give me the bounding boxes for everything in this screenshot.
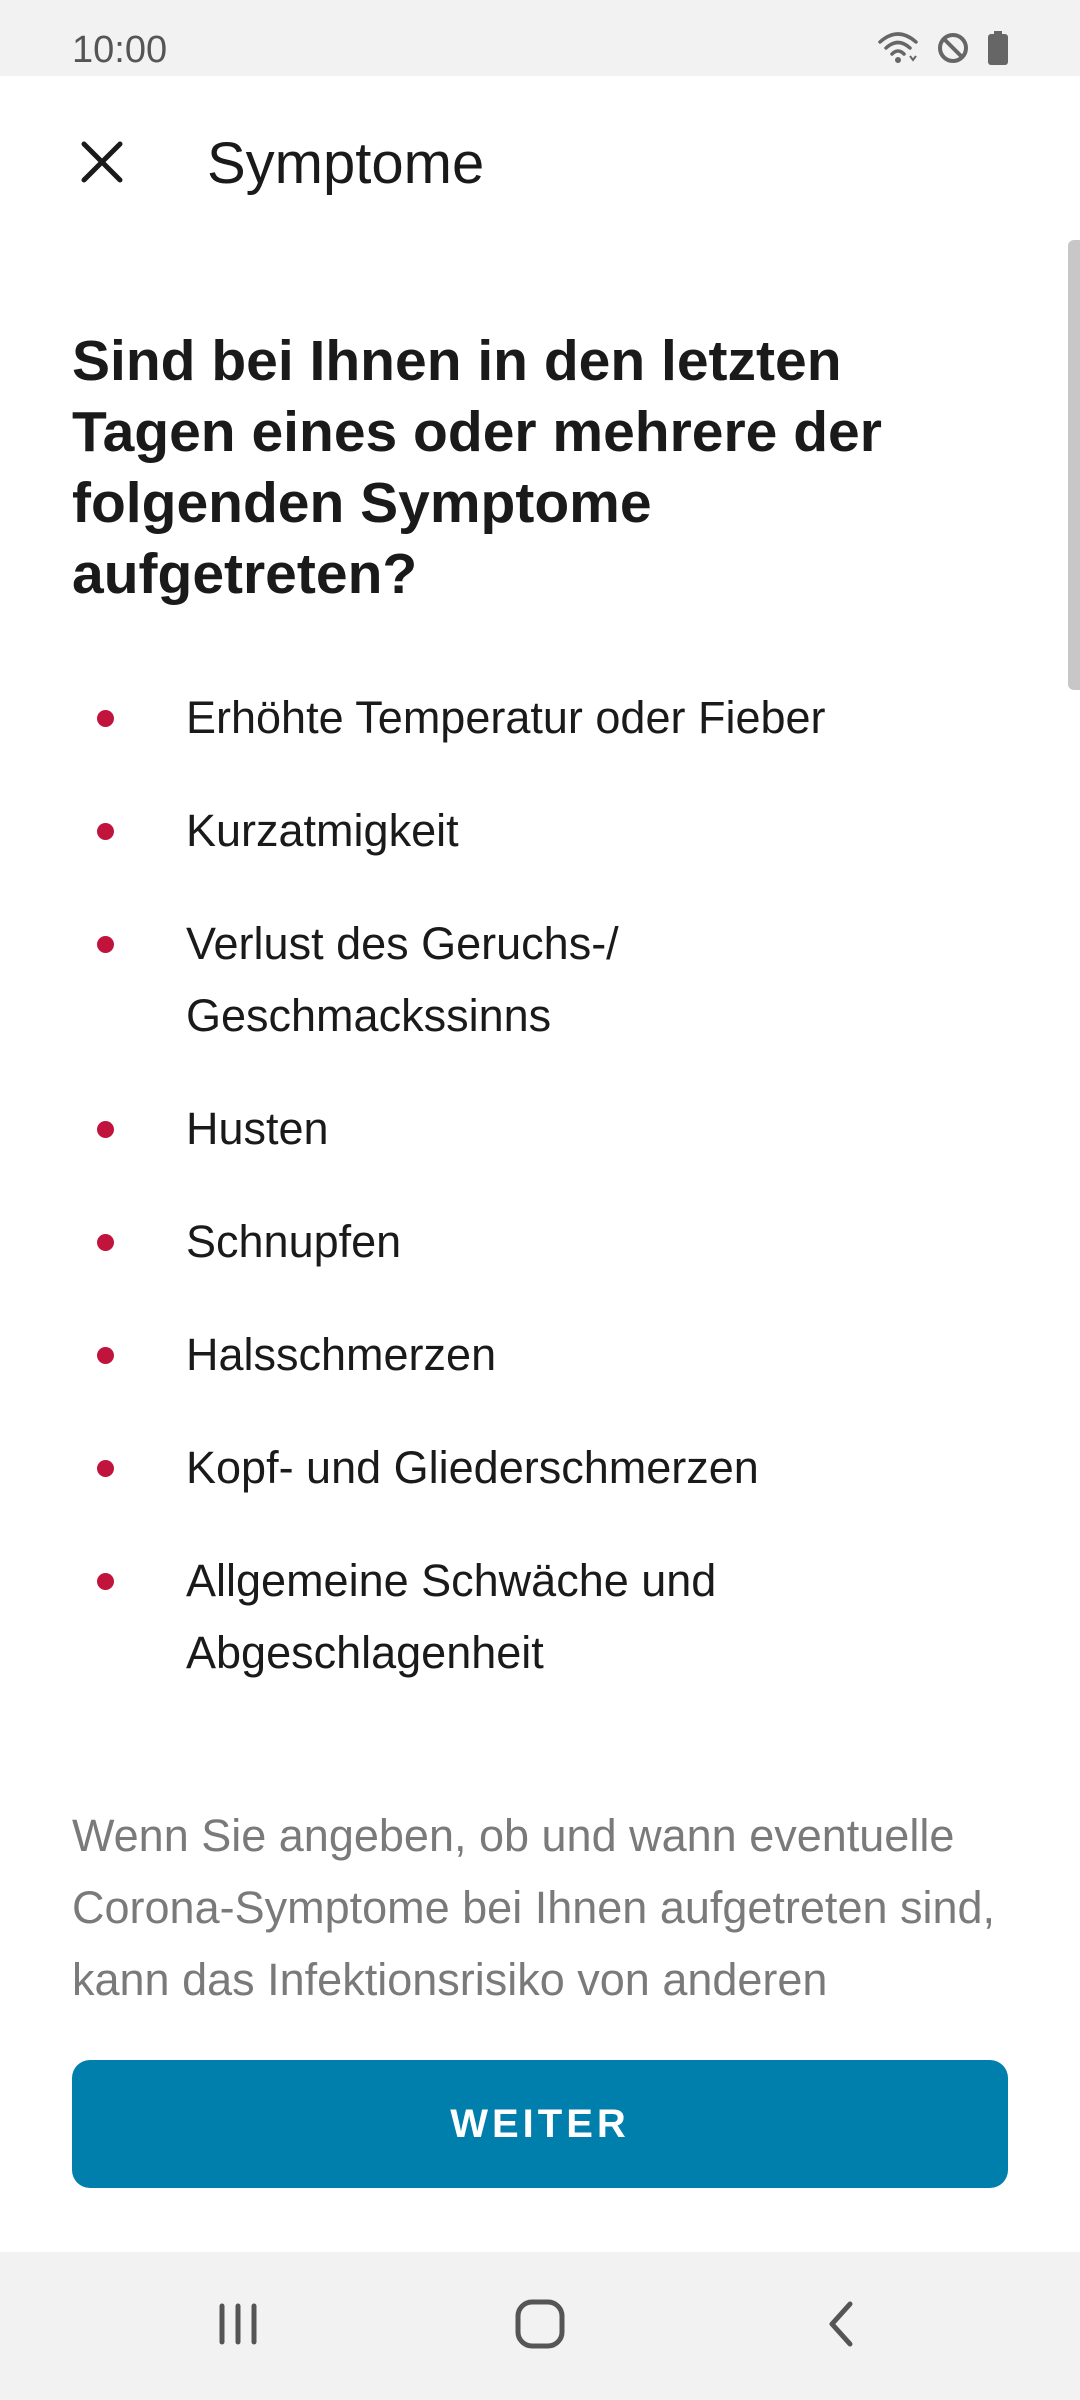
symptom-label: Kopf- und Gliederschmerzen [186, 1442, 759, 1493]
navigation-bar [0, 2252, 1080, 2400]
status-bar: 10:00 [0, 0, 1080, 76]
close-icon [78, 138, 126, 191]
home-icon [514, 2298, 566, 2355]
battery-icon [988, 30, 1008, 70]
bullet-icon [97, 1573, 114, 1590]
do-not-disturb-icon [936, 31, 970, 70]
list-item: Verlust des Geruchs-/ Geschmackssinns [0, 908, 1080, 1052]
recent-apps-button[interactable] [198, 2286, 278, 2366]
back-button[interactable] [802, 2286, 882, 2366]
info-text: Wenn Sie angeben, ob und wann eventuelle… [72, 1810, 996, 1997]
symptom-label: Erhöhte Temperatur oder Fieber [186, 692, 826, 743]
symptom-label: Schnupfen [186, 1216, 402, 1267]
app-bar: Symptome [0, 76, 1080, 252]
bullet-icon [97, 1234, 114, 1251]
symptom-label: Verlust des Geruchs-/ Geschmackssinns [186, 918, 619, 1041]
status-icons [878, 26, 1008, 74]
symptom-label: Kurzatmigkeit [186, 805, 459, 856]
back-icon [818, 2300, 866, 2353]
wifi-icon [878, 30, 918, 71]
list-item: Halsschmerzen [0, 1319, 1080, 1391]
list-item: Erhöhte Temperatur oder Fieber [0, 682, 1080, 754]
bullet-icon [97, 710, 114, 727]
symptom-list: Erhöhte Temperatur oder Fieber Kurzatmig… [0, 682, 1080, 1730]
bullet-icon [97, 1347, 114, 1364]
bullet-icon [97, 1121, 114, 1138]
list-item: Husten [0, 1093, 1080, 1165]
home-button[interactable] [500, 2286, 580, 2366]
status-time: 10:00 [72, 29, 168, 71]
list-item: Kurzatmigkeit [0, 795, 1080, 867]
close-button[interactable] [62, 124, 142, 204]
continue-button[interactable]: WEITER [72, 2060, 1008, 2188]
bullet-icon [97, 1460, 114, 1477]
recent-apps-icon [214, 2300, 262, 2353]
bullet-icon [97, 936, 114, 953]
symptom-label: Husten [186, 1103, 329, 1154]
symptom-label: Halsschmerzen [186, 1329, 497, 1380]
content-scroll-area[interactable]: Sind bei Ihnen in den letzten Tagen eine… [0, 252, 1080, 1997]
list-item: Schnupfen [0, 1206, 1080, 1278]
list-item: Kopf- und Gliederschmerzen [0, 1432, 1080, 1504]
page-title: Symptome [207, 131, 485, 196]
bullet-icon [97, 823, 114, 840]
symptom-label: Allgemeine Schwäche und Abgeschlagenheit [186, 1555, 717, 1678]
list-item: Allgemeine Schwäche und Abgeschlagenheit [0, 1545, 1080, 1689]
question-heading: Sind bei Ihnen in den letzten Tagen eine… [72, 329, 882, 606]
